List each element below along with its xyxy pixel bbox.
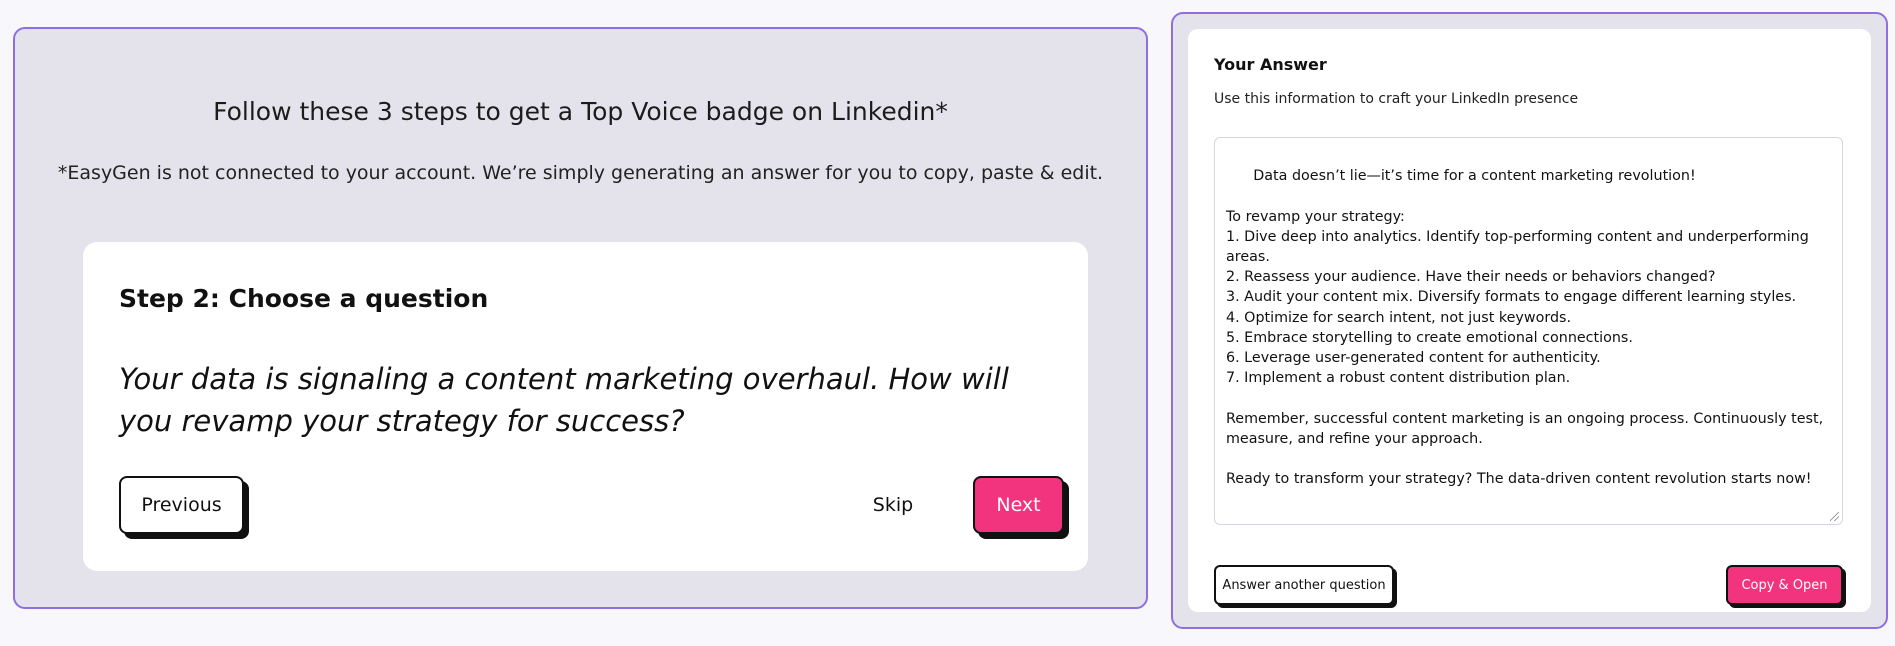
- answer-heading: Your Answer: [1214, 55, 1327, 74]
- answer-subheading: Use this information to craft your Linke…: [1214, 91, 1579, 107]
- resize-handle-icon[interactable]: [1830, 512, 1839, 521]
- answer-card: Your Answer Use this information to craf…: [1188, 29, 1871, 612]
- next-button[interactable]: Next: [973, 476, 1064, 534]
- question-text: Your data is signaling a content marketi…: [119, 362, 1009, 438]
- answer-textarea[interactable]: Data doesn’t lie—it’s time for a content…: [1214, 137, 1843, 525]
- question-panel: Follow these 3 steps to get a Top Voice …: [13, 27, 1148, 609]
- answer-panel: Your Answer Use this information to craf…: [1171, 12, 1888, 629]
- page-title: Follow these 3 steps to get a Top Voice …: [213, 97, 948, 126]
- skip-button[interactable]: Skip: [865, 476, 921, 534]
- answer-text: Data doesn’t lie—it’s time for a content…: [1226, 168, 1824, 488]
- copy-and-open-button[interactable]: Copy & Open: [1726, 565, 1843, 605]
- answer-another-question-button[interactable]: Answer another question: [1214, 565, 1394, 605]
- previous-button[interactable]: Previous: [119, 476, 244, 534]
- step-heading: Step 2: Choose a question: [119, 284, 489, 313]
- step-card: Step 2: Choose a question Your data is s…: [83, 242, 1088, 571]
- disclaimer-text: *EasyGen is not connected to your accoun…: [57, 162, 1104, 184]
